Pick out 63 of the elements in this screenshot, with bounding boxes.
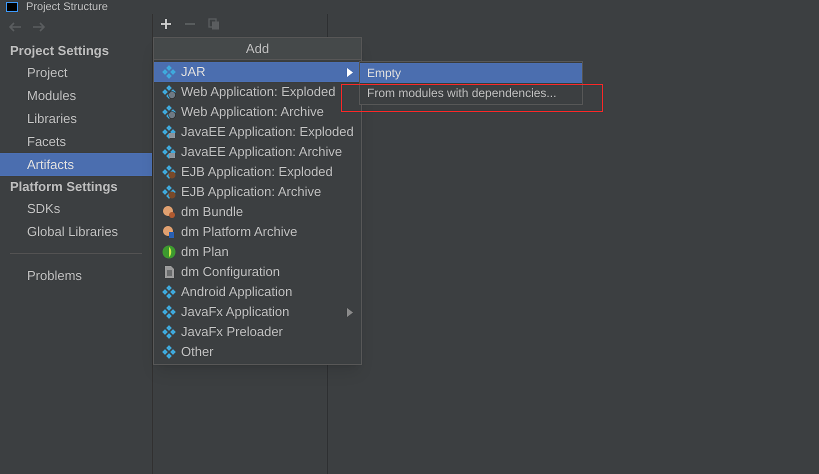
menu-item[interactable]: Other	[154, 342, 361, 362]
forward-arrow-icon[interactable]	[32, 22, 46, 32]
menu-item-label: dm Platform Archive	[181, 223, 298, 242]
section-heading: Platform Settings	[9, 178, 119, 196]
section-heading: Project Settings	[9, 42, 110, 60]
menu-item-label: Web Application: Exploded	[181, 83, 336, 102]
menu-item[interactable]: dm Platform Archive	[154, 222, 361, 242]
sidebar-item[interactable]: Global Libraries	[0, 220, 152, 243]
menu-item-label: EJB Application: Archive	[181, 183, 322, 202]
menu-item-label: JavaEE Application: Exploded	[181, 123, 354, 142]
diamond-artifact-icon	[162, 305, 176, 319]
web-artifact-icon	[162, 105, 176, 119]
menu-item-label: JavaEE Application: Archive	[181, 143, 344, 162]
menu-item-label: JAR	[181, 63, 207, 82]
menu-item-label: Web Application: Archive	[181, 103, 325, 122]
menu-item-label: dm Configuration	[181, 263, 281, 282]
sidebar-item[interactable]: Libraries	[0, 107, 152, 130]
diamond-artifact-icon	[162, 285, 176, 299]
sidebar-item[interactable]: SDKs	[0, 197, 152, 220]
sidebar-item[interactable]: Artifacts	[0, 153, 152, 176]
bundle-artifact-icon	[162, 205, 176, 219]
back-arrow-icon[interactable]	[8, 22, 22, 32]
menu-item-label: dm Plan	[181, 243, 230, 262]
menu-item[interactable]: JAR	[154, 62, 361, 82]
sidebar-item[interactable]: Problems	[0, 264, 152, 287]
ejb-artifact-icon	[162, 185, 176, 199]
config-artifact-icon	[162, 265, 176, 279]
menu-item[interactable]: Web Application: Exploded	[154, 82, 361, 102]
javaee-artifact-icon	[162, 125, 176, 139]
sidebar-item[interactable]: Facets	[0, 130, 152, 153]
menu-item-label: EJB Application: Exploded	[181, 163, 334, 182]
submenu-item[interactable]: From modules with dependencies...	[360, 83, 582, 103]
menu-item-label: dm Bundle	[181, 203, 244, 222]
sidebar-item[interactable]: Modules	[0, 84, 152, 107]
app-icon	[6, 2, 18, 12]
diamond-artifact-icon	[162, 65, 176, 79]
menu-item[interactable]: EJB Application: Exploded	[154, 162, 361, 182]
sidebar-item[interactable]: Project	[0, 61, 152, 84]
platform-artifact-icon	[162, 225, 176, 239]
menu-item[interactable]: dm Plan	[154, 242, 361, 262]
window-title: Project Structure	[26, 1, 108, 13]
plan-artifact-icon	[162, 245, 176, 259]
menu-item-label: Other	[181, 343, 215, 362]
diamond-artifact-icon	[162, 325, 176, 339]
ejb-artifact-icon	[162, 165, 176, 179]
menu-item[interactable]: Web Application: Archive	[154, 102, 361, 122]
web-artifact-icon	[162, 85, 176, 99]
menu-item-label: JavaFx Application	[181, 303, 290, 322]
menu-title: Add	[154, 38, 361, 60]
diamond-artifact-icon	[162, 345, 176, 359]
menu-item[interactable]: JavaEE Application: Archive	[154, 142, 361, 162]
menu-item[interactable]: dm Bundle	[154, 202, 361, 222]
menu-item[interactable]: JavaFx Preloader	[154, 322, 361, 342]
add-icon[interactable]	[159, 17, 173, 31]
menu-item[interactable]: JavaFx Application	[154, 302, 361, 322]
menu-item[interactable]: Android Application	[154, 282, 361, 302]
menu-item-label: Android Application	[181, 283, 294, 302]
menu-item[interactable]: dm Configuration	[154, 262, 361, 282]
menu-item[interactable]: JavaEE Application: Exploded	[154, 122, 361, 142]
submenu-item[interactable]: Empty	[360, 63, 582, 83]
menu-item-label: JavaFx Preloader	[181, 323, 284, 342]
menu-item[interactable]: EJB Application: Archive	[154, 182, 361, 202]
javaee-artifact-icon	[162, 145, 176, 159]
